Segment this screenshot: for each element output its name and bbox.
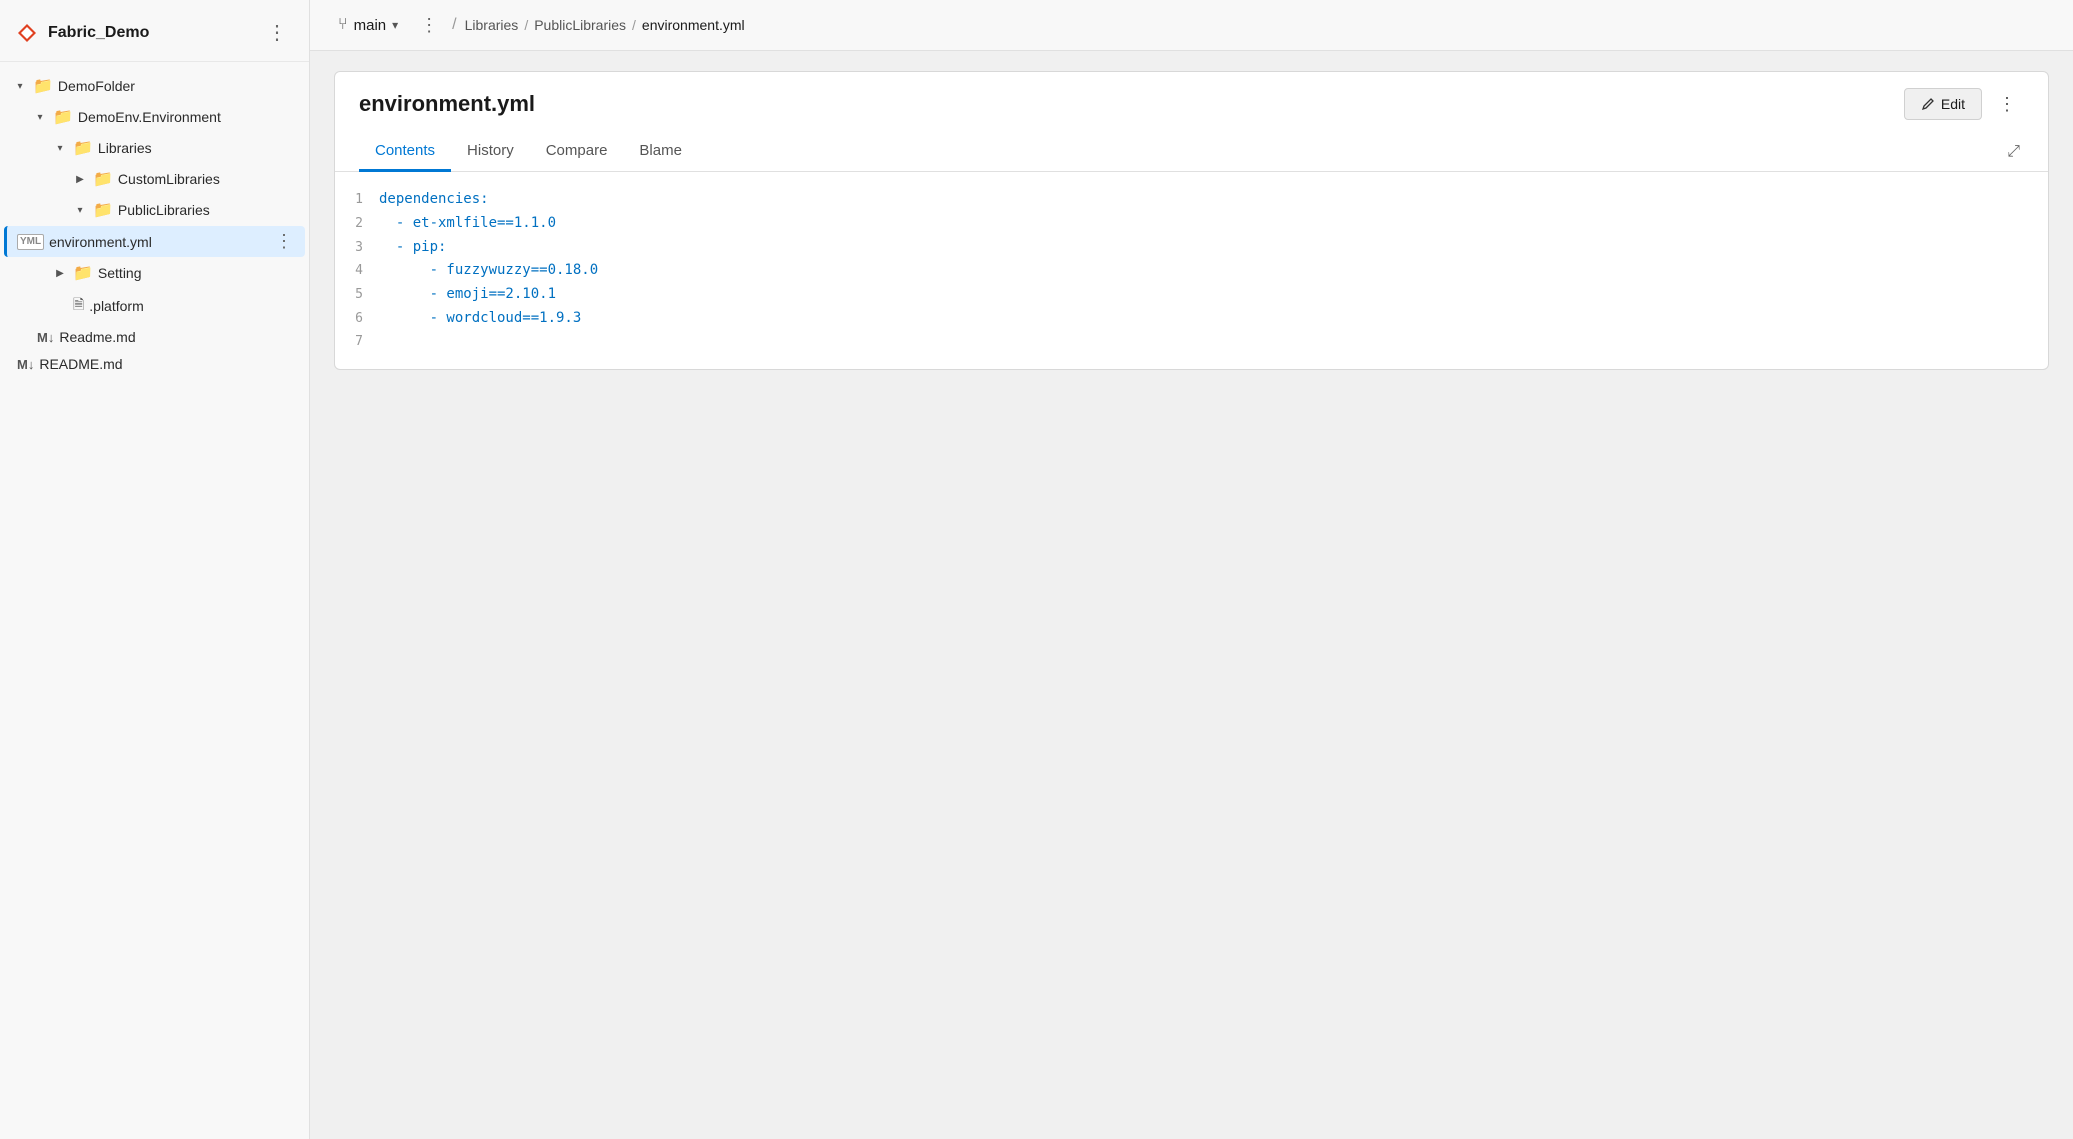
tree-item-demofolder[interactable]: ▾ 📁 DemoFolder [4, 71, 305, 101]
breadcrumb-separator: / [452, 16, 456, 34]
content-area: environment.yml Edit ⋮ Contents History [310, 51, 2073, 1139]
tree-item-setting[interactable]: ▶ 📁 Setting [4, 258, 305, 288]
markdown-icon: M↓ [37, 330, 54, 345]
tree-item-customlibs[interactable]: ▶ 📁 CustomLibraries [4, 164, 305, 194]
tree-item-label: PublicLibraries [118, 202, 210, 218]
folder-icon: 📁 [33, 76, 53, 96]
code-content: 1 dependencies: 2 - et-xmlfile==1.1.0 3 … [335, 172, 2048, 369]
breadcrumb: Libraries / PublicLibraries / environmen… [465, 17, 745, 33]
tree-item-publiclibs[interactable]: ▾ 📁 PublicLibraries [4, 195, 305, 225]
branch-name: main [354, 17, 387, 34]
folder-icon: 📁 [93, 200, 113, 220]
expand-icon[interactable]: ⤢ [2003, 139, 2024, 165]
folder-icon: 📁 [93, 169, 113, 189]
code-line-6: 6 - wordcloud==1.9.3 [335, 307, 2048, 331]
folder-icon: 📁 [73, 138, 93, 158]
folder-icon: 📁 [73, 263, 93, 283]
file-viewer-header: environment.yml Edit ⋮ [335, 72, 2048, 120]
file-actions: Edit ⋮ [1904, 88, 2024, 120]
tree-item-label: .platform [89, 298, 143, 314]
line-number: 5 [343, 284, 379, 306]
chevron-down-icon: ▾ [12, 78, 28, 94]
line-number: 3 [343, 237, 379, 259]
file-tabs: Contents History Compare Blame ⤢ [335, 132, 2048, 172]
file-icon: 🗎 [73, 294, 84, 318]
tab-blame[interactable]: Blame [623, 132, 698, 172]
markdown-icon: M↓ [17, 357, 34, 372]
breadcrumb-item-envyml: environment.yml [642, 17, 745, 33]
tree-item-label: Libraries [98, 140, 152, 156]
code-line-3: 3 - pip: [335, 236, 2048, 260]
tree-item-libraries[interactable]: ▾ 📁 Libraries [4, 133, 305, 163]
line-content: - pip: [379, 236, 446, 260]
sidebar-more-button[interactable]: ⋮ [261, 18, 293, 47]
topbar-more-button[interactable]: ⋮ [414, 13, 444, 38]
tree-item-readmemd2[interactable]: M↓ README.md [4, 351, 305, 377]
tab-contents[interactable]: Contents [359, 132, 451, 172]
breadcrumb-item-libraries: Libraries [465, 17, 519, 33]
code-line-2: 2 - et-xmlfile==1.1.0 [335, 212, 2048, 236]
chevron-down-icon: ▾ [392, 18, 398, 32]
fabric-logo-icon [16, 22, 38, 44]
chevron-down-icon: ▾ [72, 202, 88, 218]
line-content: - emoji==2.10.1 [379, 283, 556, 307]
edit-pencil-icon [1921, 97, 1935, 111]
tree-item-label: Setting [98, 265, 142, 281]
tab-compare[interactable]: Compare [530, 132, 624, 172]
line-number: 7 [343, 331, 379, 353]
chevron-right-icon: ▶ [52, 265, 68, 281]
sidebar: Fabric_Demo ⋮ ▾ 📁 DemoFolder ▾ 📁 DemoEnv… [0, 0, 310, 1139]
code-line-4: 4 - fuzzywuzzy==0.18.0 [335, 259, 2048, 283]
tree-item-readmemd[interactable]: M↓ Readme.md [4, 324, 305, 350]
line-content: dependencies: [379, 188, 489, 212]
file-tree: ▾ 📁 DemoFolder ▾ 📁 DemoEnv.Environment ▾… [0, 62, 309, 1139]
sidebar-header: Fabric_Demo ⋮ [0, 0, 309, 62]
branch-icon: ⑂ [338, 16, 348, 34]
tree-item-demoenv[interactable]: ▾ 📁 DemoEnv.Environment [4, 102, 305, 132]
tree-item-envyml[interactable]: YML environment.yml ⋮ [4, 226, 305, 257]
line-content: - wordcloud==1.9.3 [379, 307, 581, 331]
chevron-down-icon: ▾ [32, 109, 48, 125]
line-number: 4 [343, 260, 379, 282]
envyml-more-button[interactable]: ⋮ [271, 231, 297, 252]
tree-item-label: DemoEnv.Environment [78, 109, 221, 125]
tree-item-platform[interactable]: ▶ 🗎 .platform [4, 289, 305, 323]
tab-history[interactable]: History [451, 132, 530, 172]
file-more-button[interactable]: ⋮ [1990, 90, 2024, 119]
line-content: - fuzzywuzzy==0.18.0 [379, 259, 598, 283]
yml-file-icon: YML [17, 234, 44, 250]
line-number: 2 [343, 213, 379, 235]
topbar: ⑂ main ▾ ⋮ / Libraries / PublicLibraries… [310, 0, 2073, 51]
tree-item-label: DemoFolder [58, 78, 135, 94]
branch-selector-button[interactable]: ⑂ main ▾ [330, 12, 406, 38]
breadcrumb-separator: / [632, 17, 636, 33]
chevron-right-icon: ▶ [72, 171, 88, 187]
tree-item-label: CustomLibraries [118, 171, 220, 187]
tree-item-label: environment.yml [49, 234, 152, 250]
edit-button[interactable]: Edit [1904, 88, 1982, 120]
file-viewer: environment.yml Edit ⋮ Contents History [334, 71, 2049, 370]
line-content: - et-xmlfile==1.1.0 [379, 212, 556, 236]
folder-icon: 📁 [53, 107, 73, 127]
file-title: environment.yml [359, 91, 535, 117]
line-number: 1 [343, 189, 379, 211]
chevron-down-icon: ▾ [52, 140, 68, 156]
tree-item-label: Readme.md [59, 329, 135, 345]
main-content: ⑂ main ▾ ⋮ / Libraries / PublicLibraries… [310, 0, 2073, 1139]
tabs-list: Contents History Compare Blame [359, 132, 698, 171]
breadcrumb-item-publiclibraries: PublicLibraries [534, 17, 626, 33]
breadcrumb-separator: / [524, 17, 528, 33]
code-line-7: 7 [335, 331, 2048, 353]
tree-item-label: README.md [39, 356, 122, 372]
code-line-5: 5 - emoji==2.10.1 [335, 283, 2048, 307]
code-line-1: 1 dependencies: [335, 188, 2048, 212]
line-number: 6 [343, 308, 379, 330]
app-title: Fabric_Demo [48, 24, 149, 42]
app-title-group: Fabric_Demo [16, 22, 149, 44]
